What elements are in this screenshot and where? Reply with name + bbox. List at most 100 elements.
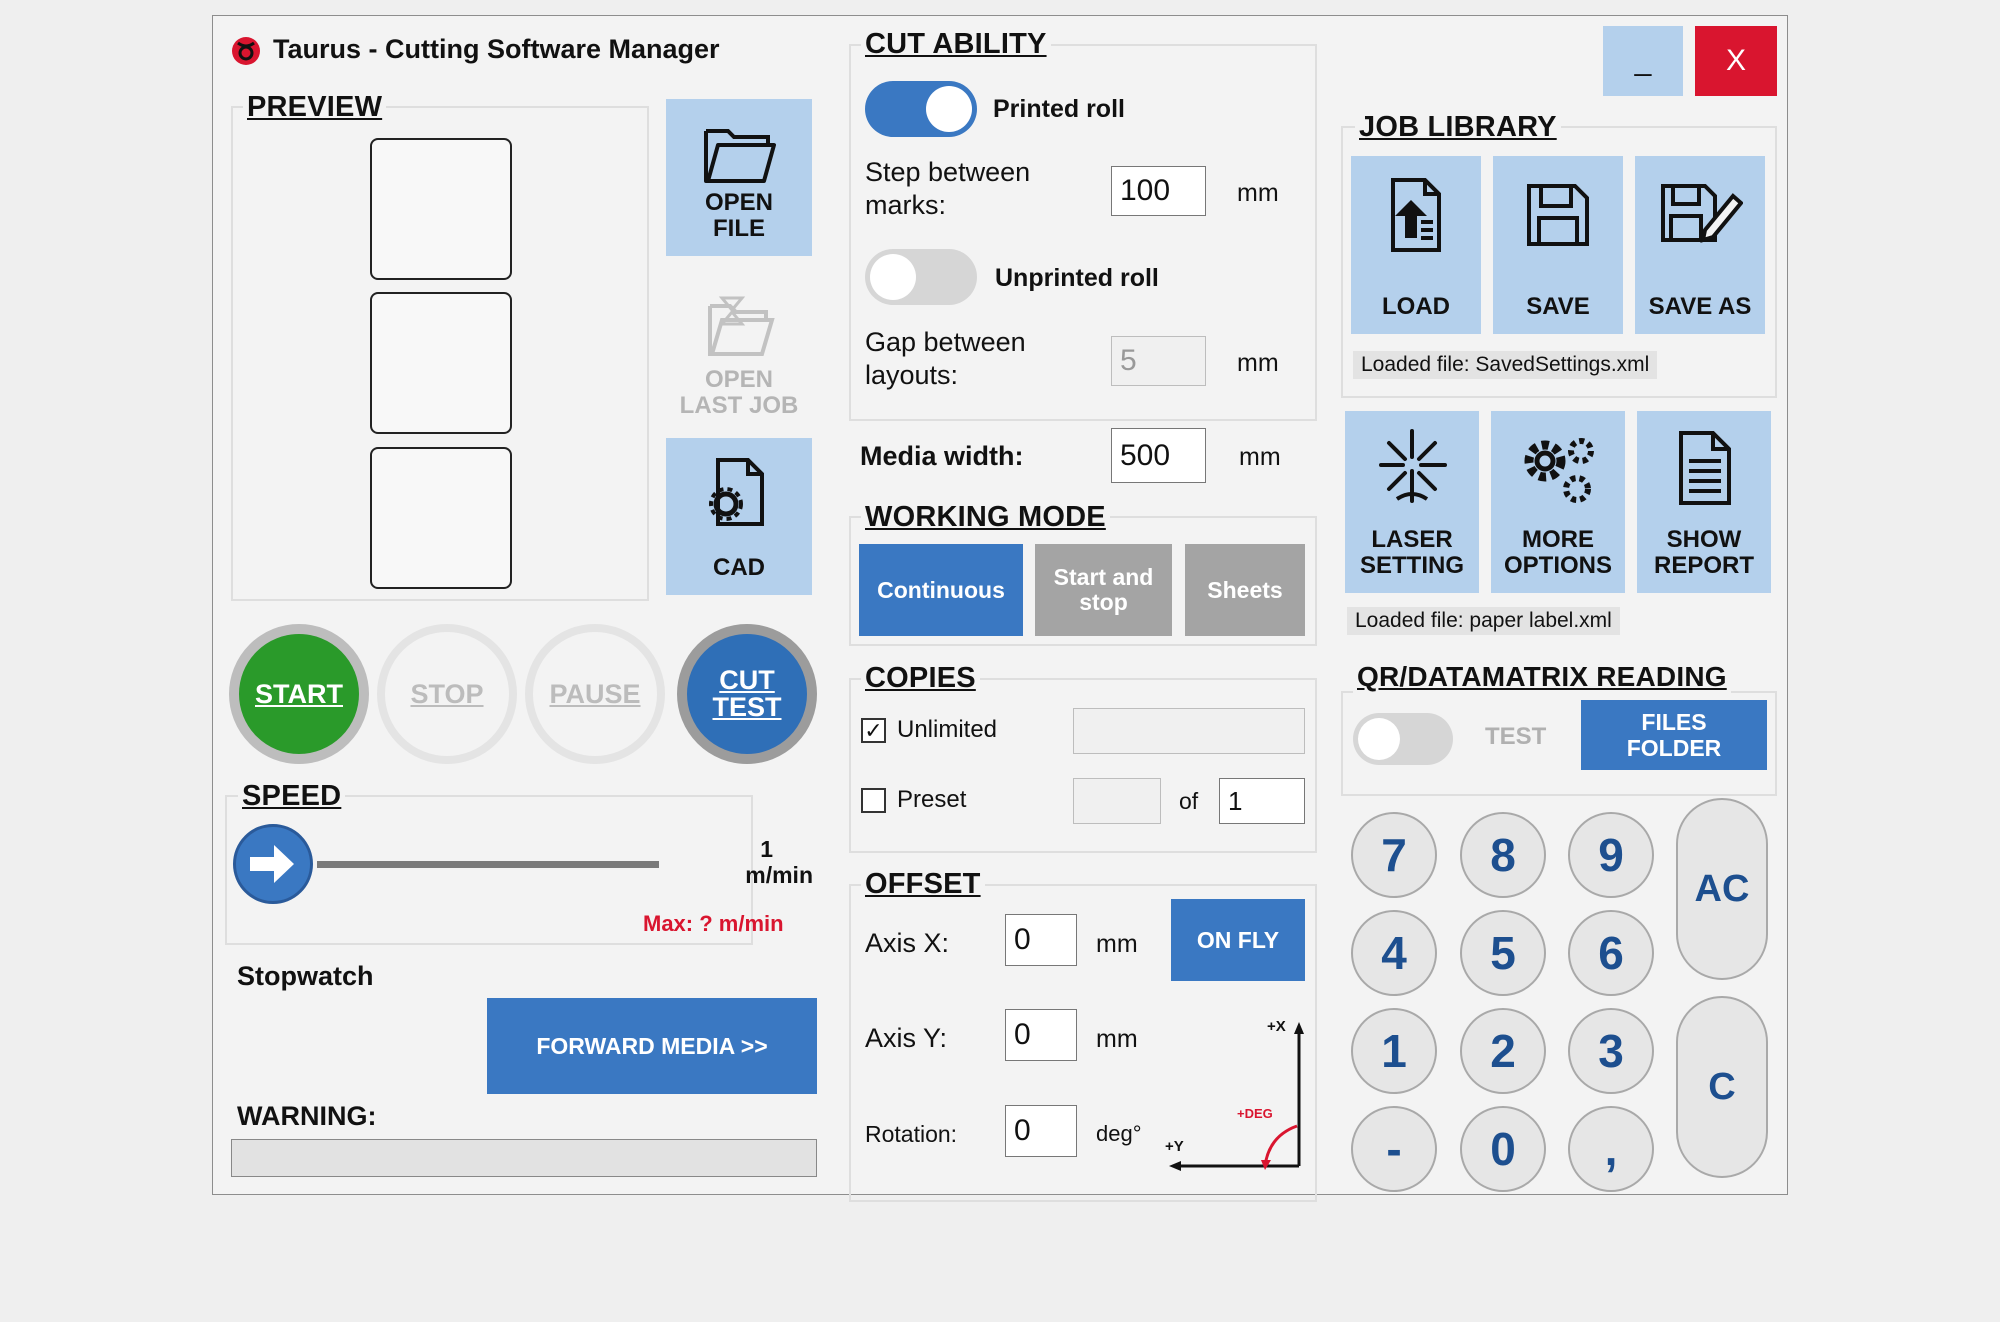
keypad-key-7[interactable]: 7: [1351, 812, 1437, 898]
save-as-label: SAVE AS: [1648, 293, 1752, 320]
speed-slider-thumb[interactable]: [233, 824, 313, 904]
axis-x-unit: mm: [1096, 930, 1138, 958]
keypad-all-clear-button[interactable]: AC: [1676, 798, 1768, 980]
axis-x-input[interactable]: 0: [1005, 914, 1077, 966]
on-fly-button[interactable]: ON FLY: [1171, 899, 1305, 981]
media-width-input[interactable]: 500: [1111, 428, 1206, 483]
rotation-label: Rotation:: [865, 1121, 958, 1147]
keypad-key-minus[interactable]: -: [1351, 1106, 1437, 1192]
step-between-marks-input[interactable]: 100: [1111, 166, 1206, 216]
report-document-icon: [1679, 431, 1731, 505]
gap-between-layouts-input[interactable]: 5: [1111, 336, 1206, 386]
keypad-key-comma[interactable]: ,: [1568, 1106, 1654, 1192]
main-window: Taurus - Cutting Software Manager _ X PR…: [212, 15, 1788, 1202]
app-logo-icon: [231, 36, 261, 66]
stopwatch-label: Stopwatch: [237, 961, 374, 991]
start-and-stop-mode-button[interactable]: Start and stop: [1035, 544, 1172, 636]
unlimited-label: Unlimited: [897, 716, 998, 743]
keypad-key-5[interactable]: 5: [1460, 910, 1546, 996]
preview-label-2: [370, 292, 512, 434]
floppy-disk-icon: [1527, 184, 1589, 246]
save-label: SAVE: [1526, 293, 1590, 320]
folder-history-icon: [708, 296, 775, 356]
close-button[interactable]: X: [1695, 26, 1777, 96]
copies-box: [849, 678, 1317, 853]
warning-label: WARNING:: [237, 1101, 377, 1131]
save-as-button[interactable]: SAVE AS: [1635, 156, 1765, 334]
media-width-label: Media width:: [860, 441, 1024, 471]
open-last-job-label: OPEN LAST JOB: [679, 366, 799, 419]
speed-unit: m/min: [745, 862, 813, 888]
open-file-label: OPEN FILE: [704, 189, 773, 242]
sheets-mode-button[interactable]: Sheets: [1185, 544, 1305, 636]
job-library-loaded-file: Loaded file: SavedSettings.xml: [1353, 351, 1658, 379]
qr-test-toggle[interactable]: [1353, 713, 1453, 765]
preset-field[interactable]: [1073, 778, 1161, 824]
of-input[interactable]: 1: [1219, 778, 1305, 824]
of-label: of: [1179, 788, 1199, 814]
arrow-right-icon: [250, 845, 294, 883]
keypad-key-9[interactable]: 9: [1568, 812, 1654, 898]
folder-open-icon: [704, 129, 776, 183]
preview-title: PREVIEW: [243, 91, 387, 124]
forward-media-button[interactable]: FORWARD MEDIA >>: [487, 998, 817, 1094]
laser-burst-icon: [1379, 429, 1447, 503]
preview-label-3: [370, 447, 512, 589]
open-file-button[interactable]: OPEN FILE: [666, 99, 812, 256]
save-as-icon: [1661, 184, 1743, 243]
minimize-button[interactable]: _: [1603, 26, 1683, 96]
laser-setting-button[interactable]: LASER SETTING: [1345, 411, 1479, 593]
window-title: Taurus - Cutting Software Manager: [273, 34, 720, 64]
cut-test-button[interactable]: CUT TEST: [677, 624, 817, 764]
working-mode-title: WORKING MODE: [861, 501, 1110, 534]
keypad-clear-button[interactable]: C: [1676, 996, 1768, 1178]
unprinted-roll-label: Unprinted roll: [995, 264, 1159, 292]
cad-button[interactable]: CAD: [666, 438, 812, 595]
preset-label: Preset: [897, 786, 967, 813]
keypad-key-6[interactable]: 6: [1568, 910, 1654, 996]
keypad-key-2[interactable]: 2: [1460, 1008, 1546, 1094]
preset-checkbox[interactable]: [861, 788, 886, 813]
rotation-input[interactable]: 0: [1005, 1105, 1077, 1157]
start-button[interactable]: START: [229, 624, 369, 764]
printed-roll-toggle[interactable]: [865, 81, 977, 137]
axis-y-input[interactable]: 0: [1005, 1009, 1077, 1061]
printed-roll-label: Printed roll: [993, 95, 1125, 123]
keypad-key-3[interactable]: 3: [1568, 1008, 1654, 1094]
show-report-button[interactable]: SHOW REPORT: [1637, 411, 1771, 593]
cad-label: CAD: [713, 554, 765, 581]
speed-title: SPEED: [238, 780, 346, 813]
laser-setting-label: LASER SETTING: [1359, 526, 1464, 579]
copies-title: COPIES: [861, 662, 980, 695]
more-options-button[interactable]: MORE OPTIONS: [1491, 411, 1625, 593]
load-label: LOAD: [1382, 293, 1450, 320]
pause-button[interactable]: PAUSE: [525, 624, 665, 764]
keypad-key-0[interactable]: 0: [1460, 1106, 1546, 1192]
step-between-marks-label: Step between marks:: [865, 157, 1031, 220]
stop-button[interactable]: STOP: [377, 624, 517, 764]
load-button[interactable]: LOAD: [1351, 156, 1481, 334]
open-last-job-button[interactable]: OPEN LAST JOB: [666, 276, 812, 433]
gap-between-layouts-label: Gap between layouts:: [865, 327, 1026, 390]
continuous-mode-button[interactable]: Continuous: [859, 544, 1023, 636]
files-folder-button[interactable]: FILES FOLDER: [1581, 700, 1767, 770]
keypad-key-8[interactable]: 8: [1460, 812, 1546, 898]
speed-slider-track[interactable]: [317, 861, 659, 868]
warning-field: [231, 1139, 817, 1177]
offset-axes-diagram: +X +Y +DEG: [1165, 1018, 1311, 1178]
axes-diagram-icon: [1169, 1022, 1304, 1171]
speed-value: 1: [760, 836, 773, 862]
keypad-key-4[interactable]: 4: [1351, 910, 1437, 996]
diagram-y-label: +Y: [1165, 1138, 1184, 1155]
diagram-x-label: +X: [1267, 1018, 1286, 1035]
offset-title: OFFSET: [861, 868, 985, 901]
qr-test-label: TEST: [1485, 723, 1547, 750]
save-button[interactable]: SAVE: [1493, 156, 1623, 334]
unprinted-roll-toggle[interactable]: [865, 249, 977, 305]
unlimited-checkbox[interactable]: ✓: [861, 718, 886, 743]
axis-x-label: Axis X:: [865, 928, 950, 958]
gap-unit: mm: [1237, 349, 1279, 377]
media-width-unit: mm: [1239, 443, 1281, 471]
keypad-key-1[interactable]: 1: [1351, 1008, 1437, 1094]
rotation-unit: deg°: [1096, 1121, 1142, 1146]
